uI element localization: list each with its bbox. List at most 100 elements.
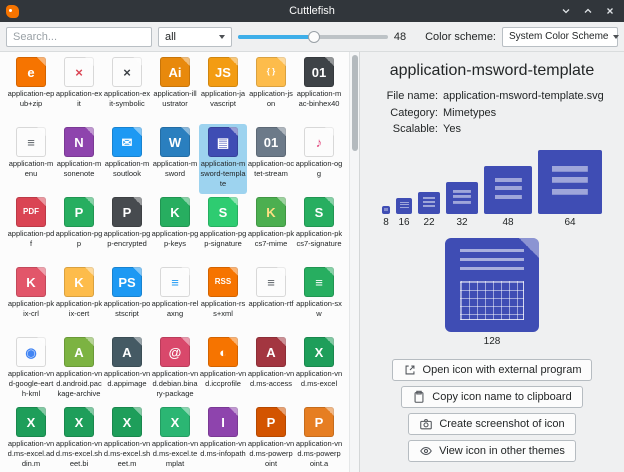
icon-grid-item[interactable]: Kapplication-pkcs7-mime bbox=[247, 194, 295, 264]
size-preview-label: 48 bbox=[502, 217, 513, 228]
icon-size-slider[interactable] bbox=[238, 27, 388, 47]
icon-grid-item-label: application-vnd.ms-access bbox=[248, 369, 295, 389]
icon-grid-item[interactable]: ≡application-sxw bbox=[295, 264, 343, 334]
external-program-icon bbox=[403, 363, 417, 377]
icon-size-value: 48 bbox=[394, 31, 413, 43]
eye-icon bbox=[419, 444, 433, 458]
icon-grid-item[interactable]: Papplication-pgp bbox=[55, 194, 103, 264]
icon-grid-item[interactable]: Aapplication-vnd.appimage bbox=[103, 334, 151, 404]
search-input[interactable] bbox=[6, 27, 152, 47]
application-pkcs7-signature-icon: S bbox=[304, 197, 334, 227]
icon-info: File name: application-msword-template.s… bbox=[372, 88, 612, 138]
icon-grid-item-label: application-vnd-google-earth-kml bbox=[8, 369, 55, 398]
category-label: Category: bbox=[376, 105, 438, 122]
icon-grid-item[interactable]: Aapplication-vnd.ms-access bbox=[247, 334, 295, 404]
icon-grid-item[interactable]: PDFapplication-pdf bbox=[7, 194, 55, 264]
file-name-label: File name: bbox=[376, 88, 438, 105]
icon-grid-item[interactable]: ≡application-menu bbox=[7, 124, 55, 194]
large-preview-icon bbox=[445, 238, 539, 332]
icon-grid-item[interactable]: Sapplication-pgp-signature bbox=[199, 194, 247, 264]
icon-grid-item[interactable]: { }application-json bbox=[247, 54, 295, 124]
slider-handle[interactable] bbox=[308, 31, 320, 43]
icon-grid-item[interactable]: RSSapplication-rss+xml bbox=[199, 264, 247, 334]
icon-grid-item[interactable]: Xapplication-vnd.ms-excel.templat bbox=[151, 404, 199, 472]
screenshot-button[interactable]: Create screenshot of icon bbox=[408, 413, 575, 435]
icon-grid-item[interactable]: Iapplication-vnd.ms-infopath bbox=[199, 404, 247, 472]
category-filter-dropdown[interactable]: all bbox=[158, 27, 232, 47]
toolbar: all 48 Color scheme: System Color Scheme bbox=[0, 22, 624, 52]
close-button[interactable] bbox=[602, 3, 618, 19]
application-pgp-signature-icon: S bbox=[208, 197, 238, 227]
application-vnd-google-earth-kml-icon: ◉ bbox=[16, 337, 46, 367]
icon-grid-item-label: application-epub+zip bbox=[8, 89, 55, 109]
icon-grid-item[interactable]: Xapplication-vnd.ms-excel.sheet.m bbox=[103, 404, 151, 472]
icon-grid-item[interactable]: @application-vnd.debian.binary-package bbox=[151, 334, 199, 404]
action-buttons: Open icon with external program Copy ico… bbox=[392, 359, 593, 462]
icon-grid-item-label: application-vnd.ms-excel.templat bbox=[152, 439, 199, 468]
application-epub+zip-icon: e bbox=[16, 57, 46, 87]
icon-grid-item[interactable]: PSapplication-postscript bbox=[103, 264, 151, 334]
icon-grid-item[interactable]: Xapplication-vnd.ms-excel.addin.m bbox=[7, 404, 55, 472]
icon-grid-item[interactable]: ≡application-rtf bbox=[247, 264, 295, 334]
icon-grid-item[interactable]: ✉application-msoutlook bbox=[103, 124, 151, 194]
color-scheme-label: Color scheme: bbox=[425, 31, 496, 43]
application-vnd.ms-infopath-icon: I bbox=[208, 407, 238, 437]
application-msword-template-icon: ▤ bbox=[208, 127, 238, 157]
icon-grid-item[interactable]: ♪application-ogg bbox=[295, 124, 343, 194]
slider-fill bbox=[238, 35, 315, 39]
icon-grid-item-label: application-postscript bbox=[104, 299, 151, 319]
minimize-button[interactable] bbox=[558, 3, 574, 19]
scrollbar-handle[interactable] bbox=[352, 55, 358, 151]
icon-grid-item-label: application-vnd.ms-powerpoint bbox=[248, 439, 295, 468]
icon-grid-item[interactable]: Aapplication-vnd.android.package-archive bbox=[55, 334, 103, 404]
category-row: Category: Mimetypes bbox=[376, 105, 612, 122]
application-rtf-icon: ≡ bbox=[256, 267, 286, 297]
copy-name-button[interactable]: Copy icon name to clipboard bbox=[401, 386, 582, 408]
icon-grid-item-label: application-pkcs7-mime bbox=[248, 229, 295, 249]
icon-grid-item[interactable]: JSapplication-javascript bbox=[199, 54, 247, 124]
icon-grid-item[interactable]: Aiapplication-illustrator bbox=[151, 54, 199, 124]
icon-grid-item[interactable]: Kapplication-pkix-crl bbox=[7, 264, 55, 334]
icon-grid-item[interactable]: Wapplication-msword bbox=[151, 124, 199, 194]
application-illustrator-icon: Ai bbox=[160, 57, 190, 87]
size-preview-32: 32 bbox=[446, 182, 478, 228]
color-scheme-dropdown[interactable]: System Color Scheme bbox=[502, 27, 618, 47]
icon-grid-item[interactable]: Xapplication-vnd.ms-excel bbox=[295, 334, 343, 404]
icon-grid-item[interactable]: ×application-exit bbox=[55, 54, 103, 124]
scalable-row: Scalable: Yes bbox=[376, 121, 612, 138]
scalable-label: Scalable: bbox=[376, 121, 438, 138]
icon-grid-item[interactable]: eapplication-epub+zip bbox=[7, 54, 55, 124]
icon-grid-item[interactable]: Xapplication-vnd.ms-excel.sheet.bi bbox=[55, 404, 103, 472]
icon-grid-item[interactable]: Napplication-msonenote bbox=[55, 124, 103, 194]
icon-grid-item[interactable]: 01application-octet-stream bbox=[247, 124, 295, 194]
icon-grid-item[interactable]: ◉application-vnd-google-earth-kml bbox=[7, 334, 55, 404]
icon-grid-item-label: application-exit bbox=[56, 89, 103, 109]
icon-grid-item[interactable]: Sapplication-pkcs7-signature bbox=[295, 194, 343, 264]
window-title: Cuttlefish bbox=[0, 5, 624, 17]
icon-grid-item[interactable]: Papplication-pgp-encrypted bbox=[103, 194, 151, 264]
application-pgp-icon: P bbox=[64, 197, 94, 227]
icon-grid-item[interactable]: Kapplication-pkix-cert bbox=[55, 264, 103, 334]
icon-grid-item[interactable]: ×application-exit-symbolic bbox=[103, 54, 151, 124]
view-themes-button[interactable]: View icon in other themes bbox=[408, 440, 576, 462]
application-vnd.ms-excel-icon: X bbox=[304, 337, 334, 367]
icon-grid-item[interactable]: ◐application-vnd.iccprofile bbox=[199, 334, 247, 404]
application-vnd.ms-excel.templat-icon: X bbox=[160, 407, 190, 437]
open-external-button[interactable]: Open icon with external program bbox=[392, 359, 593, 381]
application-pdf-icon: PDF bbox=[16, 197, 46, 227]
icon-grid-item-label: application-vnd.ms-powerpoint.a bbox=[296, 439, 343, 468]
icon-grid-item-label: application-vnd.android.package-archive bbox=[56, 369, 103, 398]
maximize-button[interactable] bbox=[580, 3, 596, 19]
icon-grid-item[interactable]: Papplication-vnd.ms-powerpoint.a bbox=[295, 404, 343, 472]
application-vnd.ms-powerpoint.a-icon: P bbox=[304, 407, 334, 437]
icon-grid-item[interactable]: 01application-mac-binhex40 bbox=[295, 54, 343, 124]
icon-grid-item[interactable]: ≡application-relaxng bbox=[151, 264, 199, 334]
icon-grid-item[interactable]: ▤application-msword-template bbox=[199, 124, 247, 194]
application-menu-icon: ≡ bbox=[16, 127, 46, 157]
msword-template-preview-icon bbox=[538, 150, 602, 214]
icon-grid-item[interactable]: Kapplication-pgp-keys bbox=[151, 194, 199, 264]
icon-grid-item-label: application-pgp bbox=[56, 229, 103, 249]
vertical-scrollbar[interactable] bbox=[349, 52, 359, 472]
icon-grid-item[interactable]: Papplication-vnd.ms-powerpoint bbox=[247, 404, 295, 472]
application-msonenote-icon: N bbox=[64, 127, 94, 157]
